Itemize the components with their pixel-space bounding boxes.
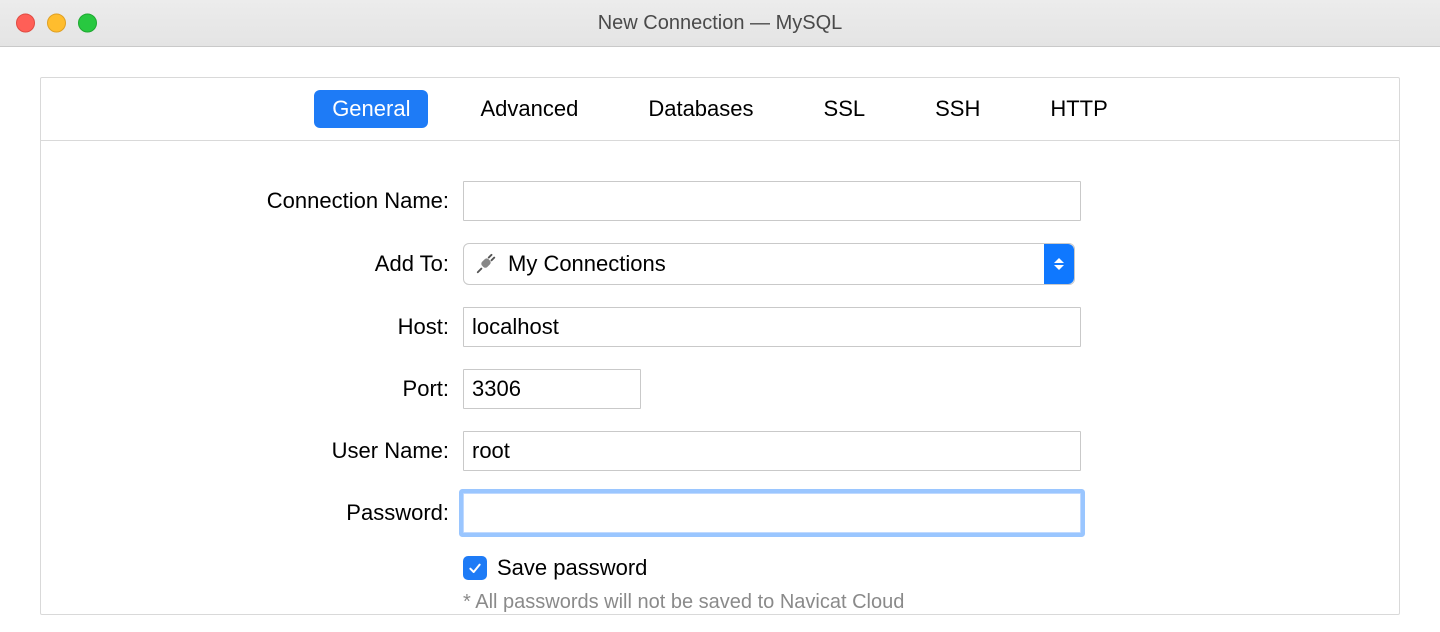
password-input[interactable] (463, 493, 1081, 533)
user-name-input[interactable] (463, 431, 1081, 471)
connection-name-input[interactable] (463, 181, 1081, 221)
tab-bar: General Advanced Databases SSL SSH HTTP (41, 78, 1399, 141)
tab-advanced[interactable]: Advanced (462, 90, 596, 128)
checkbox-checked-icon (463, 556, 487, 580)
host-input[interactable] (463, 307, 1081, 347)
user-name-label: User Name: (41, 438, 463, 464)
tab-http[interactable]: HTTP (1032, 90, 1125, 128)
tab-ssl[interactable]: SSL (806, 90, 884, 128)
save-password-label: Save password (497, 555, 647, 581)
host-label: Host: (41, 314, 463, 340)
tab-databases[interactable]: Databases (630, 90, 771, 128)
window-title: New Connection — MySQL (598, 12, 843, 35)
tab-ssh[interactable]: SSH (917, 90, 998, 128)
add-to-select[interactable]: My Connections (463, 243, 1075, 285)
save-password-checkbox[interactable]: Save password (463, 555, 647, 581)
tab-general[interactable]: General (314, 90, 428, 128)
port-input[interactable] (463, 369, 641, 409)
add-to-value: My Connections (508, 251, 666, 277)
minimize-window-button[interactable] (47, 14, 66, 33)
password-note: * All passwords will not be saved to Nav… (463, 591, 904, 614)
connection-name-label: Connection Name: (41, 188, 463, 214)
title-bar: New Connection — MySQL (0, 0, 1440, 47)
add-to-label: Add To: (41, 251, 463, 277)
plug-icon (474, 252, 498, 276)
zoom-window-button[interactable] (78, 14, 97, 33)
port-label: Port: (41, 376, 463, 402)
connection-panel: General Advanced Databases SSL SSH HTTP … (40, 77, 1400, 615)
dropdown-arrow-icon (1044, 244, 1074, 284)
password-label: Password: (41, 500, 463, 526)
close-window-button[interactable] (16, 14, 35, 33)
general-form: Connection Name: Add To: My Connections (41, 141, 1399, 614)
window-controls (16, 14, 97, 33)
